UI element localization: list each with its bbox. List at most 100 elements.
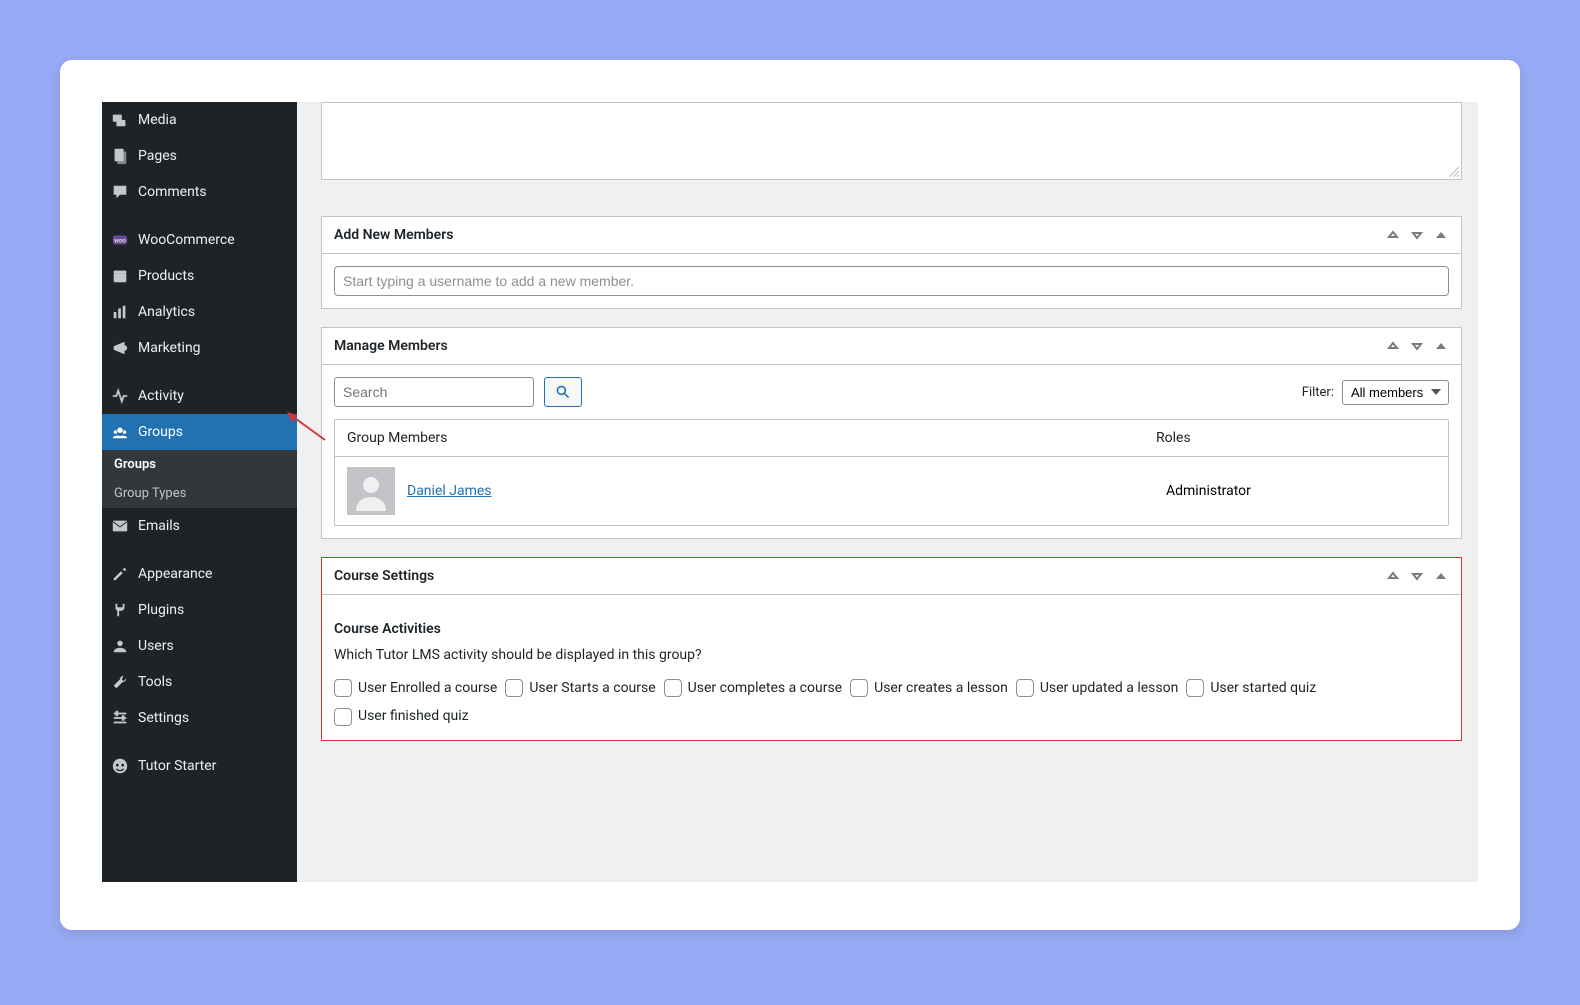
sidebar-item-woocommerce[interactable]: woo WooCommerce	[102, 222, 297, 258]
sidebar-item-pages[interactable]: Pages	[102, 138, 297, 174]
sidebar-submenu-groups: Groups Group Types	[102, 450, 297, 508]
sidebar-item-label: Marketing	[138, 340, 201, 356]
admin-sidebar: Media Pages Comments woo WooCommerce Pro…	[102, 102, 297, 882]
add-member-input[interactable]	[334, 266, 1449, 296]
editor-textarea[interactable]	[321, 102, 1462, 180]
sidebar-item-settings[interactable]: Settings	[102, 700, 297, 736]
sidebar-item-tutor-starter[interactable]: Tutor Starter	[102, 748, 297, 784]
toggle-panel-icon[interactable]	[1433, 568, 1449, 584]
checkbox-option[interactable]: User completes a course	[664, 677, 842, 699]
tools-icon	[110, 672, 130, 692]
move-down-icon[interactable]	[1409, 227, 1425, 243]
sidebar-item-label: Settings	[138, 710, 189, 726]
member-name-link[interactable]: Daniel James	[407, 483, 492, 499]
sidebar-item-label: WooCommerce	[138, 232, 235, 248]
move-up-icon[interactable]	[1385, 227, 1401, 243]
members-search-button[interactable]	[544, 377, 582, 407]
checkbox-input[interactable]	[505, 679, 523, 697]
sidebar-item-label: Analytics	[138, 304, 195, 320]
checkbox-option[interactable]: User finished quiz	[334, 705, 469, 727]
users-icon	[110, 636, 130, 656]
filter-select[interactable]: All members	[1342, 380, 1449, 405]
sidebar-item-products[interactable]: Products	[102, 258, 297, 294]
checkbox-option[interactable]: User Starts a course	[505, 677, 655, 699]
tutor-icon	[110, 756, 130, 776]
checkbox-input[interactable]	[1186, 679, 1204, 697]
submenu-item-groups[interactable]: Groups	[102, 450, 297, 479]
sidebar-item-label: Appearance	[138, 566, 212, 582]
comments-icon	[110, 182, 130, 202]
products-icon	[110, 266, 130, 286]
resize-handle-icon	[1449, 167, 1459, 177]
sidebar-item-users[interactable]: Users	[102, 628, 297, 664]
emails-icon	[110, 516, 130, 536]
sidebar-item-comments[interactable]: Comments	[102, 174, 297, 210]
sidebar-item-activity[interactable]: Activity	[102, 378, 297, 414]
table-row: Daniel James Administrator	[335, 457, 1448, 525]
plugins-icon	[110, 600, 130, 620]
metabox-title: Add New Members	[334, 227, 453, 243]
avatar-icon	[351, 471, 391, 511]
move-down-icon[interactable]	[1409, 338, 1425, 354]
groups-icon	[110, 422, 130, 442]
move-up-icon[interactable]	[1385, 568, 1401, 584]
sidebar-item-label: Activity	[138, 388, 184, 404]
checkbox-input[interactable]	[664, 679, 682, 697]
sidebar-item-label: Plugins	[138, 602, 184, 618]
sidebar-item-analytics[interactable]: Analytics	[102, 294, 297, 330]
media-icon	[110, 110, 130, 130]
sidebar-item-media[interactable]: Media	[102, 102, 297, 138]
sidebar-item-label: Comments	[138, 184, 207, 200]
member-role: Administrator	[1166, 483, 1436, 499]
sidebar-item-label: Groups	[138, 424, 183, 440]
sidebar-item-label: Products	[138, 268, 194, 284]
metabox-header: Manage Members	[322, 328, 1461, 365]
metabox-manage-members: Manage Members	[321, 327, 1462, 539]
appearance-icon	[110, 564, 130, 584]
svg-text:woo: woo	[114, 237, 126, 245]
metabox-header: Add New Members	[322, 217, 1461, 254]
checkbox-option[interactable]: User updated a lesson	[1016, 677, 1179, 699]
toggle-panel-icon[interactable]	[1433, 338, 1449, 354]
sidebar-item-plugins[interactable]: Plugins	[102, 592, 297, 628]
checkbox-input[interactable]	[1016, 679, 1034, 697]
pages-icon	[110, 146, 130, 166]
checkbox-option[interactable]: User started quiz	[1186, 677, 1316, 699]
woo-icon: woo	[110, 230, 130, 250]
checkbox-input[interactable]	[334, 679, 352, 697]
course-activities-description: Which Tutor LMS activity should be displ…	[334, 647, 1449, 663]
submenu-item-group-types[interactable]: Group Types	[102, 479, 297, 508]
sidebar-item-groups[interactable]: Groups	[102, 414, 297, 450]
settings-icon	[110, 708, 130, 728]
checkbox-input[interactable]	[850, 679, 868, 697]
sidebar-item-tools[interactable]: Tools	[102, 664, 297, 700]
metabox-title: Course Settings	[334, 568, 434, 584]
checkbox-option[interactable]: User creates a lesson	[850, 677, 1008, 699]
checkbox-input[interactable]	[334, 708, 352, 726]
sidebar-item-appearance[interactable]: Appearance	[102, 556, 297, 592]
course-activities-checkboxes: User Enrolled a course User Starts a cou…	[334, 677, 1449, 728]
members-search-input[interactable]	[334, 377, 534, 407]
metabox-header: Course Settings	[322, 558, 1461, 595]
metabox-title: Manage Members	[334, 338, 448, 354]
sidebar-item-label: Tools	[138, 674, 172, 690]
activity-icon	[110, 386, 130, 406]
sidebar-item-label: Users	[138, 638, 174, 654]
filter-label: Filter:	[1302, 385, 1334, 400]
move-down-icon[interactable]	[1409, 568, 1425, 584]
search-icon	[555, 384, 571, 400]
sidebar-item-label: Tutor Starter	[138, 758, 216, 774]
sidebar-item-label: Media	[138, 112, 177, 128]
table-header-members: Group Members	[347, 430, 1156, 446]
marketing-icon	[110, 338, 130, 358]
admin-main: Add New Members Manage Members	[297, 102, 1478, 882]
checkbox-option[interactable]: User Enrolled a course	[334, 677, 497, 699]
avatar	[347, 467, 395, 515]
table-header-roles: Roles	[1156, 430, 1436, 446]
members-table: Group Members Roles Daniel James Adminis…	[334, 419, 1449, 526]
toggle-panel-icon[interactable]	[1433, 227, 1449, 243]
sidebar-item-emails[interactable]: Emails	[102, 508, 297, 544]
sidebar-item-marketing[interactable]: Marketing	[102, 330, 297, 366]
move-up-icon[interactable]	[1385, 338, 1401, 354]
metabox-add-members: Add New Members	[321, 216, 1462, 309]
